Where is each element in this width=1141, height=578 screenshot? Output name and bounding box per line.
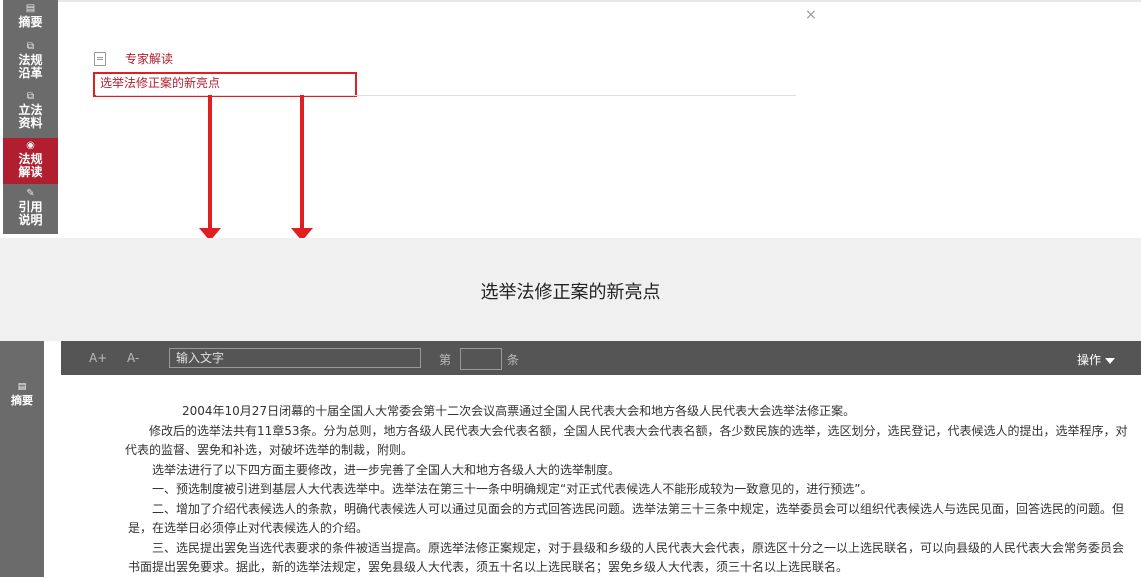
- tab-bar-divider: [58, 0, 1141, 2]
- sidebar-item-summary[interactable]: ▤ 摘要: [3, 4, 58, 36]
- sidebar-item-label: 引用说明: [18, 200, 43, 227]
- sidebar-item-label: 摘要: [18, 15, 43, 29]
- article-content: 2004年10月27日闭幕的十届全国人大常委会第十二次会议高票通过全国人民代表大…: [125, 402, 1131, 578]
- expert-interpretation-label: 专家解读: [125, 52, 174, 66]
- search-input[interactable]: [169, 348, 421, 368]
- sidebar-item-summary[interactable]: ▤ 摘要: [0, 381, 44, 407]
- document-icon: [94, 52, 106, 66]
- bottom-sidebar: ▤ 摘要: [0, 341, 44, 577]
- chevron-down-icon: [1105, 357, 1116, 364]
- annotation-arrow-left: [208, 95, 212, 229]
- sidebar-item-label: 法规解读: [18, 152, 43, 179]
- title-band: 选举法修正案的新亮点: [0, 238, 1141, 341]
- edit-icon: ✎: [26, 188, 35, 199]
- page-title: 选举法修正案的新亮点: [480, 282, 661, 303]
- copy-icon: ⧉: [26, 91, 35, 102]
- annotation-highlight-box: [93, 72, 357, 97]
- sidebar-item-label: 立法资料: [18, 103, 43, 130]
- paragraph: 修改后的选举法共有11章53条。分为总则，地方各级人民代表大会代表名额，全国人民…: [125, 423, 1128, 458]
- font-decrease-button[interactable]: A-: [127, 351, 139, 365]
- reader-toolbar: A+ A- 第 条 操作: [61, 341, 1141, 375]
- top-sidebar: ▤ 摘要 ⧉ 法规沿革 ⧉ 立法资料 ◉ 法规解读 ✎ 引用说明: [3, 0, 58, 234]
- goto-article-input[interactable]: [460, 348, 502, 370]
- paragraph: 二、增加了介绍代表候选人的条款，明确代表候选人可以通过见面会的方式回答选民问题。…: [128, 501, 1125, 536]
- list-icon: ▤: [25, 3, 36, 14]
- paragraph: 2004年10月27日闭幕的十届全国人大常委会第十二次会议高票通过全国人民代表大…: [182, 404, 856, 418]
- paragraph: 一、预选制度被引进到基层人大代表选举中。选举法在第三十一条中明确规定“对正式代表…: [152, 482, 873, 496]
- sidebar-item-citation[interactable]: ✎ 引用说明: [3, 189, 58, 233]
- goto-article-prefix: 第: [439, 353, 452, 367]
- sidebar-item-history[interactable]: ⧉ 法规沿革: [3, 42, 58, 86]
- sidebar-item-label: 摘要: [11, 394, 33, 407]
- paragraph: 三、选民提出罢免当选代表要求的条件被适当提高。原选举法修正案规定，对于县级和乡级…: [128, 540, 1125, 575]
- sidebar-item-legislative-materials[interactable]: ⧉ 立法资料: [3, 92, 58, 136]
- operations-label: 操作: [1077, 353, 1102, 367]
- annotation-arrow-right: [300, 95, 304, 229]
- copy-icon: ⧉: [26, 41, 35, 52]
- top-panel: ▤ 摘要 ⧉ 法规沿革 ⧉ 立法资料 ◉ 法规解读 ✎ 引用说明 × 专家解读 …: [0, 0, 1141, 241]
- list-icon: ▤: [17, 382, 27, 392]
- divider: [96, 95, 796, 96]
- eye-icon: ◉: [26, 140, 35, 151]
- font-increase-button[interactable]: A+: [89, 351, 107, 365]
- operations-menu[interactable]: 操作: [1077, 351, 1116, 368]
- sidebar-item-interpretation[interactable]: ◉ 法规解读: [3, 138, 58, 184]
- close-icon[interactable]: ×: [805, 7, 817, 23]
- sidebar-item-label: 法规沿革: [18, 53, 43, 80]
- goto-article-suffix: 条: [507, 353, 520, 367]
- paragraph: 选举法进行了以下四方面主要修改，进一步完善了全国人大和地方各级人大的选举制度。: [152, 462, 621, 477]
